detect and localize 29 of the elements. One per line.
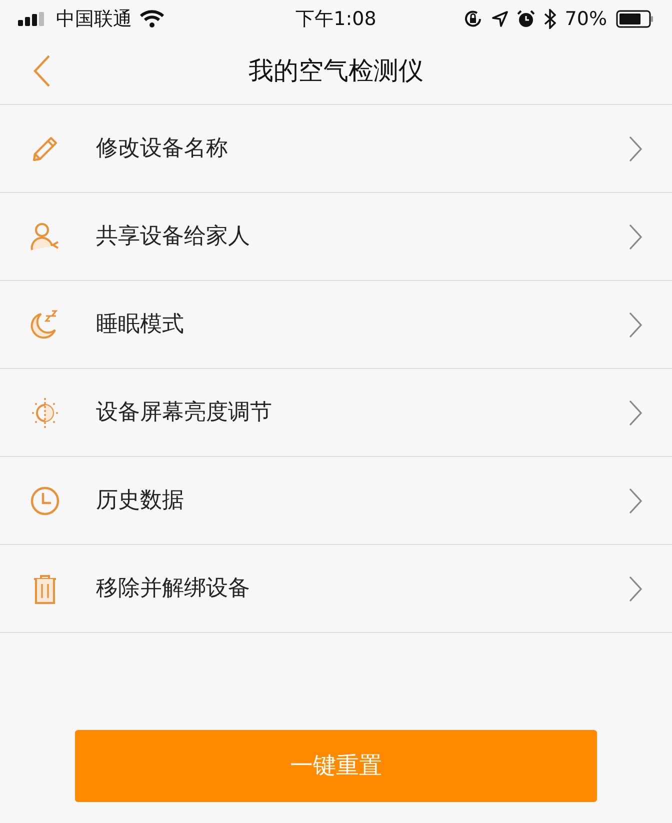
chevron-icon [629, 488, 642, 514]
alarm-icon [516, 10, 535, 28]
page-title: 我的空气检测仪 [248, 55, 424, 88]
back-icon [33, 54, 51, 88]
menu-label: 修改设备名称 [96, 135, 229, 163]
menu-item[interactable]: 睡眠模式 [0, 281, 672, 369]
menu-label: 共享设备给家人 [96, 223, 251, 251]
menu-item[interactable]: 修改设备名称 [0, 105, 672, 193]
menu-item[interactable]: 共享设备给家人 [0, 193, 672, 281]
menu-item[interactable]: 设备屏幕亮度调节 [0, 369, 672, 457]
status-time: 下午1:08 [296, 6, 376, 32]
wifi-icon [140, 10, 164, 28]
menu-item[interactable]: 移除并解绑设备 [0, 545, 672, 633]
chevron-icon [629, 400, 642, 426]
location-icon [492, 11, 508, 27]
battery-icon [616, 10, 654, 28]
menu-label: 历史数据 [96, 487, 185, 515]
bluetooth-icon [544, 9, 556, 29]
chevron-icon [629, 136, 642, 162]
chevron-icon [629, 576, 642, 602]
menu-label: 移除并解绑设备 [96, 575, 251, 603]
chevron-icon [629, 312, 642, 338]
chevron-icon [629, 224, 642, 250]
menu-item[interactable]: 历史数据 [0, 457, 672, 545]
carrier-name: 中国联通 [56, 6, 132, 32]
menu-label: 睡眠模式 [96, 311, 185, 339]
menu-label: 设备屏幕亮度调节 [96, 399, 273, 427]
rotation-lock-icon [462, 9, 483, 29]
battery-percent: 70% [564, 6, 607, 32]
